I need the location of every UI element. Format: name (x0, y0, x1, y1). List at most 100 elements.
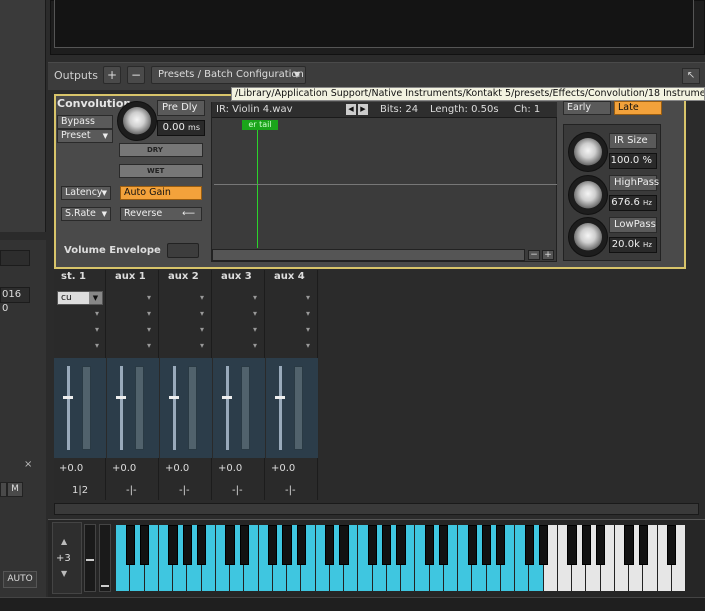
black-key[interactable] (268, 525, 278, 565)
chevron-down-icon[interactable]: ▾ (95, 341, 99, 350)
ir-size-value[interactable]: 100.0 % (609, 153, 657, 169)
chevron-down-icon[interactable]: ▾ (200, 309, 204, 318)
black-key[interactable] (439, 525, 449, 565)
channel-routing[interactable]: -|- (126, 485, 137, 496)
black-key[interactable] (325, 525, 335, 565)
ir-scrollbar[interactable] (212, 249, 525, 261)
output-select-dropdown[interactable]: cu ▼ (57, 291, 103, 305)
black-key[interactable] (496, 525, 506, 565)
chevron-down-icon[interactable]: ▾ (306, 293, 310, 302)
chevron-down-icon[interactable]: ▾ (306, 309, 310, 318)
black-key[interactable] (367, 525, 378, 565)
wet-slider[interactable]: WET (119, 164, 203, 178)
black-key[interactable] (538, 525, 549, 565)
chevron-down-icon[interactable]: ▾ (147, 325, 151, 334)
black-key[interactable] (667, 525, 677, 565)
black-key[interactable] (567, 525, 577, 565)
channel-volume[interactable]: +0.0 (271, 463, 295, 474)
fader-handle[interactable] (275, 396, 285, 399)
add-output-button[interactable]: + (103, 66, 121, 84)
channel-routing[interactable]: 1|2 (72, 485, 88, 496)
pitch-wheel[interactable] (84, 524, 96, 592)
highpass-value[interactable]: 676.6 Hz (609, 195, 657, 211)
pre-delay-knob[interactable] (123, 107, 151, 135)
chevron-down-icon[interactable]: ▾ (253, 341, 257, 350)
late-tab[interactable]: Late (614, 101, 662, 115)
preset-dropdown[interactable]: Preset ▼ (57, 129, 113, 143)
bypass-button[interactable]: Bypass (57, 115, 113, 129)
black-key[interactable] (339, 525, 349, 565)
black-key[interactable] (524, 525, 534, 565)
chevron-down-icon[interactable]: ▾ (306, 341, 310, 350)
volume-fader[interactable] (120, 366, 123, 450)
fader-handle[interactable] (116, 396, 126, 399)
channel-volume[interactable]: +0.0 (165, 463, 189, 474)
ir-prev-button[interactable]: ◀ (346, 104, 356, 115)
black-key[interactable] (296, 525, 306, 565)
channel-volume[interactable]: +0.0 (112, 463, 136, 474)
chevron-down-icon[interactable]: ▾ (253, 309, 257, 318)
black-key[interactable] (196, 525, 207, 565)
volume-fader[interactable] (67, 366, 70, 450)
chevron-down-icon[interactable]: ▾ (200, 325, 204, 334)
volume-envelope-button[interactable] (167, 243, 199, 258)
chevron-down-icon[interactable]: ▾ (200, 293, 204, 302)
channel-volume[interactable]: +0.0 (59, 463, 83, 474)
chevron-down-icon[interactable]: ▾ (306, 325, 310, 334)
remove-output-button[interactable]: − (127, 66, 145, 84)
channel-routing[interactable]: -|- (232, 485, 243, 496)
solo-button[interactable] (0, 482, 7, 497)
close-icon[interactable]: × (24, 459, 32, 470)
black-key[interactable] (638, 525, 648, 565)
channel-routing[interactable]: -|- (179, 485, 190, 496)
auto-button[interactable]: AUTO (3, 571, 37, 588)
black-key[interactable] (182, 525, 192, 565)
chevron-down-icon[interactable]: ▾ (253, 325, 257, 334)
volume-fader[interactable] (173, 366, 176, 450)
black-key[interactable] (168, 525, 178, 565)
lowpass-value[interactable]: 20.0k Hz (609, 237, 657, 253)
er-tail-marker[interactable]: er tail (242, 120, 278, 130)
samplerate-dropdown[interactable]: S.Rate ▼ (61, 207, 111, 221)
chevron-down-icon[interactable]: ▾ (147, 293, 151, 302)
black-key[interactable] (595, 525, 606, 565)
mute-button[interactable]: M (7, 482, 23, 497)
collapse-icon[interactable]: ↖ (682, 68, 700, 84)
chevron-down-icon[interactable]: ▾ (253, 293, 257, 302)
chevron-down-icon[interactable]: ▾ (147, 309, 151, 318)
latency-dropdown[interactable]: Latency ▼ (61, 186, 111, 200)
mod-wheel[interactable] (99, 524, 111, 592)
early-tab[interactable]: Early (563, 101, 611, 115)
auto-gain-button[interactable]: Auto Gain (120, 186, 202, 200)
octave-up-icon[interactable]: ▲ (61, 537, 67, 546)
black-key[interactable] (382, 525, 392, 565)
chevron-down-icon[interactable]: ▾ (95, 309, 99, 318)
chevron-down-icon[interactable]: ▾ (95, 325, 99, 334)
zoom-in-button[interactable]: + (542, 250, 554, 260)
pre-delay-value[interactable]: 0.00 ms (157, 120, 205, 136)
mixer-scrollbar[interactable] (54, 503, 699, 515)
fader-handle[interactable] (63, 396, 73, 399)
piano-keyboard[interactable] (116, 525, 686, 591)
volume-fader[interactable] (226, 366, 229, 450)
black-key[interactable] (396, 525, 406, 565)
black-key[interactable] (481, 525, 492, 565)
black-key[interactable] (624, 525, 634, 565)
chevron-down-icon[interactable]: ▾ (147, 341, 151, 350)
ir-next-button[interactable]: ▶ (358, 104, 368, 115)
octave-down-icon[interactable]: ▼ (61, 569, 67, 578)
ir-size-knob[interactable] (574, 138, 602, 166)
black-key[interactable] (467, 525, 477, 565)
black-key[interactable] (239, 525, 249, 565)
channel-routing[interactable]: -|- (285, 485, 296, 496)
black-key[interactable] (225, 525, 235, 565)
presets-dropdown[interactable]: Presets / Batch Configuration ▼ (151, 66, 306, 84)
black-key[interactable] (581, 525, 591, 565)
channel-volume[interactable]: +0.0 (218, 463, 242, 474)
chevron-down-icon[interactable]: ▾ (200, 341, 204, 350)
highpass-knob[interactable] (574, 181, 602, 209)
dry-slider[interactable]: DRY (119, 143, 203, 157)
reverse-button[interactable]: Reverse ⟵ (120, 207, 202, 221)
fader-handle[interactable] (222, 396, 232, 399)
black-key[interactable] (139, 525, 150, 565)
